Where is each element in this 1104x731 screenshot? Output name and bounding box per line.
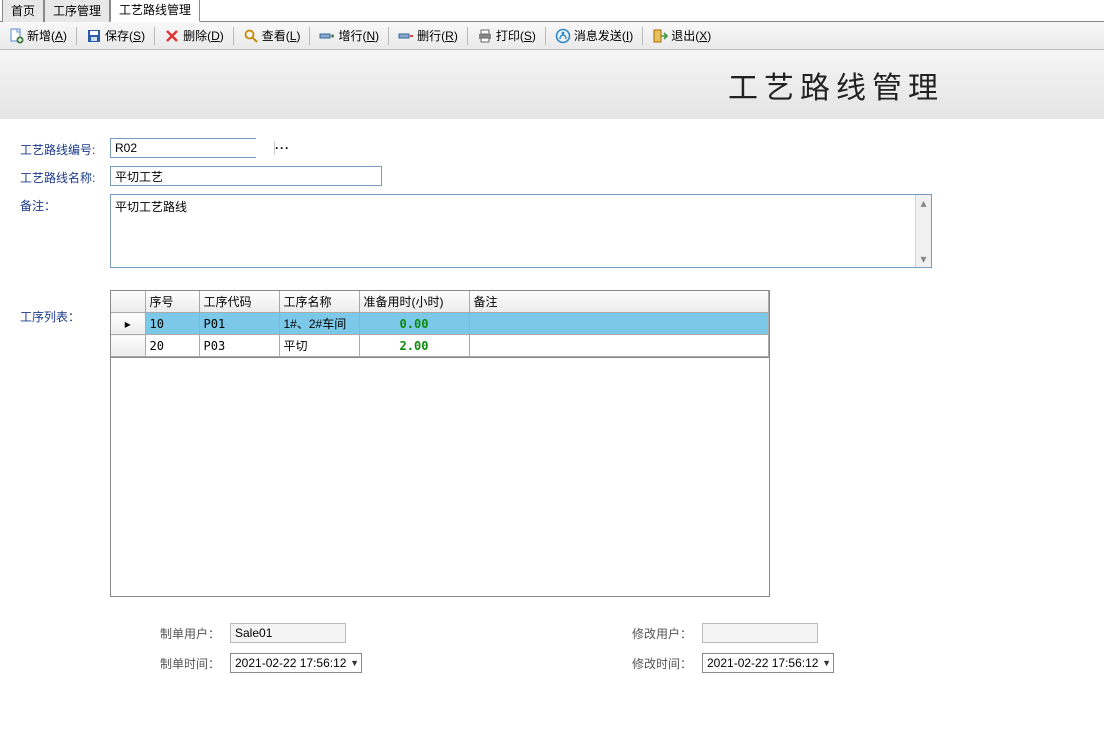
modify-user-value [702,623,818,643]
delrow-button[interactable]: 删行(R) [394,25,462,46]
table-row[interactable]: ▸ 10 P01 1#、2#车间 0.00 [111,313,769,335]
cell-code[interactable]: P03 [199,335,279,357]
col-prep[interactable]: 准备用时(小时) [359,291,469,313]
remark-textarea[interactable]: 平切工艺路线 [111,195,915,267]
code-label: 工艺路线编号: [20,138,110,158]
addrow-button[interactable]: 增行(N) [315,25,383,46]
code-input[interactable] [111,139,274,157]
print-button[interactable]: 打印(S) [473,25,540,46]
name-input[interactable] [110,166,382,186]
tab-process-mgmt[interactable]: 工序管理 [44,0,110,22]
delrow-icon [398,28,414,44]
toolbar: 新增(A) 保存(S) 删除(D) 查看(L) 增行(N) 删行(R) 打印(S… [0,22,1104,50]
create-time-value: 2021-02-22 17:56:12 [235,656,346,670]
cell-remark[interactable] [469,335,769,357]
content: 工艺路线编号: ··· 工艺路线名称: 备注： 平切工艺路线 ▴ ▾ 工序列表： [0,120,1104,673]
process-grid: 序号 工序代码 工序名称 准备用时(小时) 备注 ▸ 10 P01 1#、2#车 [110,290,770,358]
create-user-label: 制单用户： [150,625,220,642]
new-label: 新增(A) [27,27,67,44]
toolbar-separator [233,27,234,45]
cell-prep[interactable]: 0.00 [359,313,469,335]
code-lookup-button[interactable]: ··· [274,141,290,155]
cell-prep[interactable]: 2.00 [359,335,469,357]
remark-scrollbar[interactable]: ▴ ▾ [915,195,931,267]
delete-icon [164,28,180,44]
create-time-picker[interactable]: 2021-02-22 17:56:12 ▼ [230,653,362,673]
delete-button[interactable]: 删除(D) [160,25,228,46]
tab-strip: 首页 工序管理 工艺路线管理 [0,0,1104,22]
print-label: 打印(S) [496,27,536,44]
tab-home[interactable]: 首页 [2,0,44,22]
toolbar-separator [545,27,546,45]
print-icon [477,28,493,44]
save-label: 保存(S) [105,27,145,44]
create-time-label: 制单时间： [150,655,220,672]
exit-icon [652,28,668,44]
cell-remark[interactable] [469,313,769,335]
cell-code[interactable]: P01 [199,313,279,335]
exit-label: 退出(X) [671,27,711,44]
cell-seq[interactable]: 20 [145,335,199,357]
toolbar-separator [467,27,468,45]
grid-corner [111,291,145,313]
cell-name[interactable]: 平切 [279,335,359,357]
scroll-down-icon[interactable]: ▾ [916,251,931,267]
row-indicator [111,335,145,357]
grid-empty-area [110,357,770,597]
page-title: 工艺路线管理 [728,63,944,107]
col-remark[interactable]: 备注 [469,291,769,313]
list-label: 工序列表： [20,290,110,325]
remark-memo: 平切工艺路线 ▴ ▾ [110,194,932,268]
view-label: 查看(L) [262,27,301,44]
view-button[interactable]: 查看(L) [239,25,305,46]
chevron-down-icon[interactable]: ▼ [350,658,359,668]
save-button[interactable]: 保存(S) [82,25,149,46]
footer: 制单用户： 制单时间： 2021-02-22 17:56:12 ▼ 修改用户： … [20,605,1104,673]
tab-label: 首页 [11,4,35,18]
toolbar-separator [642,27,643,45]
toolbar-separator [309,27,310,45]
row-indicator-icon: ▸ [111,313,145,335]
chevron-down-icon[interactable]: ▼ [822,658,831,668]
send-label: 消息发送(I) [574,27,633,44]
col-code[interactable]: 工序代码 [199,291,279,313]
tab-label: 工序管理 [53,4,101,18]
cell-seq[interactable]: 10 [145,313,199,335]
save-icon [86,28,102,44]
search-icon [243,28,259,44]
addrow-label: 增行(N) [338,27,379,44]
create-user-value [230,623,346,643]
send-button[interactable]: 消息发送(I) [551,25,637,46]
new-button[interactable]: 新增(A) [4,25,71,46]
remark-label: 备注： [20,194,110,214]
tab-label: 工艺路线管理 [119,3,191,17]
addrow-icon [319,28,335,44]
tab-route-mgmt[interactable]: 工艺路线管理 [110,0,200,22]
toolbar-separator [76,27,77,45]
grid-header-row: 序号 工序代码 工序名称 准备用时(小时) 备注 [111,291,769,313]
send-icon [555,28,571,44]
toolbar-separator [388,27,389,45]
new-icon [8,28,24,44]
toolbar-separator [154,27,155,45]
delete-label: 删除(D) [183,27,224,44]
modify-user-label: 修改用户： [622,625,692,642]
code-lookup[interactable]: ··· [110,138,256,158]
table-row[interactable]: 20 P03 平切 2.00 [111,335,769,357]
delrow-label: 删行(R) [417,27,458,44]
col-name[interactable]: 工序名称 [279,291,359,313]
col-seq[interactable]: 序号 [145,291,199,313]
scroll-up-icon[interactable]: ▴ [916,195,931,211]
modify-time-picker[interactable]: 2021-02-22 17:56:12 ▼ [702,653,834,673]
title-band: 工艺路线管理 [0,50,1104,120]
modify-time-label: 修改时间： [622,655,692,672]
name-label: 工艺路线名称: [20,166,110,186]
modify-time-value: 2021-02-22 17:56:12 [707,656,818,670]
exit-button[interactable]: 退出(X) [648,25,715,46]
cell-name[interactable]: 1#、2#车间 [279,313,359,335]
